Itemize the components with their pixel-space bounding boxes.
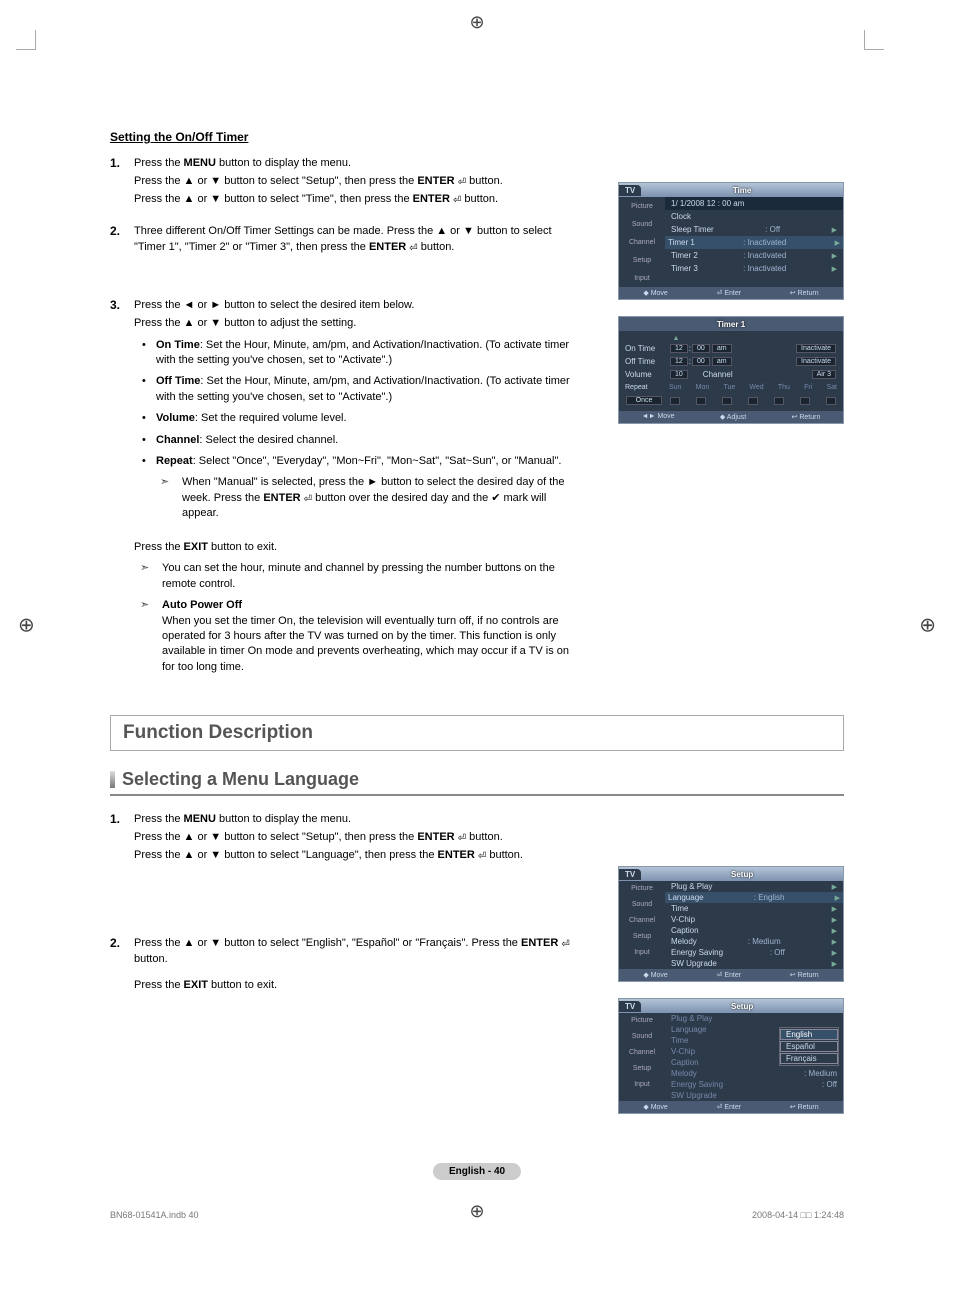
osd-setup-menu: TVSetup PictureSoundChannelSetupInput Pl… bbox=[618, 866, 844, 982]
section-title: Setting the On/Off Timer bbox=[110, 130, 580, 144]
osd-option: English bbox=[780, 1029, 838, 1040]
osd-row: On Time12:00amInactivate bbox=[623, 342, 839, 355]
osd-row: Timer 2: Inactivated▶ bbox=[665, 249, 843, 262]
bullet-item: •Channel: Select the desired channel. bbox=[142, 433, 580, 448]
osd-row: V-Chip▶ bbox=[665, 914, 843, 925]
osd-row: Clock bbox=[665, 210, 843, 223]
footer-timestamp: 2008-04-14 □□ 1:24:48 bbox=[752, 1210, 844, 1220]
osd-row: Caption▶ bbox=[665, 925, 843, 936]
osd-side-item: Channel bbox=[619, 1045, 665, 1061]
osd-footer-hint: ◆ Move bbox=[643, 971, 667, 979]
osd-footer-hint: ↩ Return bbox=[790, 289, 819, 297]
osd-footer-hint: ◆ Adjust bbox=[720, 413, 746, 421]
osd-footer-hint: ◆ Move bbox=[643, 289, 667, 297]
page-number: English - 40 bbox=[433, 1163, 521, 1180]
osd-language-dropdown: EnglishEspañolFrançais bbox=[779, 1027, 839, 1066]
osd-row: Timer 1: Inactivated▶ bbox=[665, 236, 843, 249]
osd-side-item: Channel bbox=[619, 913, 665, 929]
osd-side-item: Picture bbox=[619, 881, 665, 897]
osd-footer-hint: ⏎ Enter bbox=[717, 289, 742, 297]
osd-side-item: Sound bbox=[619, 1029, 665, 1045]
osd-title: Timer 1 bbox=[619, 320, 843, 329]
heading-function-description: Function Description bbox=[110, 715, 844, 751]
step: 2.Three different On/Off Timer Settings … bbox=[110, 224, 580, 258]
crop-mark bbox=[864, 30, 884, 50]
osd-option: Español bbox=[780, 1041, 838, 1052]
osd-row: Language: English▶ bbox=[665, 892, 843, 903]
osd-side-item: Channel bbox=[619, 233, 665, 251]
osd-row: Energy Saving: Off▶ bbox=[665, 947, 843, 958]
osd-tab: TV bbox=[619, 869, 641, 880]
osd-side-item: Sound bbox=[619, 897, 665, 913]
exit-note: Press the EXIT button to exit. bbox=[134, 541, 580, 553]
osd-row: Plug & Play bbox=[665, 1013, 843, 1024]
registration-mark: ⊕ bbox=[18, 613, 35, 638]
osd-title: Time bbox=[641, 186, 843, 195]
osd-footer-hint: ⏎ Enter bbox=[717, 1103, 742, 1111]
step: 3.Press the ◄ or ► button to select the … bbox=[110, 298, 580, 528]
osd-timer1: Timer 1 ▲ On Time12:00amInactivateOff Ti… bbox=[618, 316, 844, 424]
osd-footer-hint: ◄► Move bbox=[642, 413, 675, 421]
osd-row: Plug & Play▶ bbox=[665, 881, 843, 892]
crop-mark bbox=[16, 30, 36, 50]
osd-row: SW Upgrade▶ bbox=[665, 958, 843, 969]
osd-row: Sleep Timer: Off▶ bbox=[665, 223, 843, 236]
osd-side-item: Setup bbox=[619, 929, 665, 945]
osd-row: Time▶ bbox=[665, 903, 843, 914]
osd-time-menu: TVTime PictureSoundChannelSetupInput 1/ … bbox=[618, 182, 844, 300]
osd-once: Once bbox=[626, 396, 662, 405]
osd-side-item: Picture bbox=[619, 197, 665, 215]
osd-side-item: Sound bbox=[619, 215, 665, 233]
osd-footer-hint: ⏎ Enter bbox=[717, 971, 742, 979]
osd-tab: TV bbox=[619, 1001, 641, 1012]
osd-title: Setup bbox=[641, 1002, 843, 1011]
step: 2.Press the ▲ or ▼ button to select "Eng… bbox=[110, 936, 580, 996]
osd-option: Français bbox=[780, 1053, 838, 1064]
osd-title: Setup bbox=[641, 870, 843, 879]
registration-mark: ⊕ bbox=[919, 613, 936, 638]
osd-side-item: Input bbox=[619, 1077, 665, 1093]
osd-row: Melody: Medium▶ bbox=[665, 936, 843, 947]
arrow-note: ➣You can set the hour, minute and channe… bbox=[140, 561, 580, 592]
osd-row: Volume 10 Channel Air 3 bbox=[623, 368, 839, 381]
osd-side-item: Input bbox=[619, 945, 665, 961]
registration-mark: ⊕ bbox=[469, 12, 484, 33]
arrow-note: ➣When "Manual" is selected, press the ► … bbox=[160, 475, 580, 521]
osd-row: Repeat SunMonTueWedThuFriSat bbox=[623, 381, 839, 394]
heading-selecting-menu-language: Selecting a Menu Language bbox=[110, 769, 844, 796]
step: 1.Press the MENU button to display the m… bbox=[110, 156, 580, 210]
osd-tab: TV bbox=[619, 185, 641, 196]
bullet-item: •Volume: Set the required volume level. bbox=[142, 411, 580, 426]
osd-row: Off Time12:00amInactivate bbox=[623, 355, 839, 368]
osd-footer-hint: ↩ Return bbox=[792, 413, 821, 421]
osd-setup-language: TVSetup PictureSoundChannelSetupInput Pl… bbox=[618, 998, 844, 1114]
bullet-item: •Off Time: Set the Hour, Minute, am/pm, … bbox=[142, 374, 580, 405]
osd-side-item: Input bbox=[619, 269, 665, 287]
osd-row: Timer 3: Inactivated▶ bbox=[665, 262, 843, 275]
bullet-item: •Repeat: Select "Once", "Everyday", "Mon… bbox=[142, 454, 580, 469]
bullet-item: •On Time: Set the Hour, Minute, am/pm, a… bbox=[142, 338, 580, 369]
osd-footer-hint: ↩ Return bbox=[790, 971, 819, 979]
osd-row: SW Upgrade bbox=[665, 1090, 843, 1101]
step: 1.Press the MENU button to display the m… bbox=[110, 812, 580, 866]
osd-side-item: Picture bbox=[619, 1013, 665, 1029]
arrow-note: ➣Auto Power OffWhen you set the timer On… bbox=[140, 598, 580, 675]
osd-side-item: Setup bbox=[619, 251, 665, 269]
footer-file: BN68-01541A.indb 40 bbox=[110, 1210, 199, 1220]
osd-row: Melody: Medium bbox=[665, 1068, 843, 1079]
osd-side-item: Setup bbox=[619, 1061, 665, 1077]
osd-date: 1/ 1/2008 12 : 00 am bbox=[671, 199, 744, 208]
osd-footer-hint: ◆ Move bbox=[643, 1103, 667, 1111]
osd-footer-hint: ↩ Return bbox=[790, 1103, 819, 1111]
osd-row: Energy Saving: Off bbox=[665, 1079, 843, 1090]
